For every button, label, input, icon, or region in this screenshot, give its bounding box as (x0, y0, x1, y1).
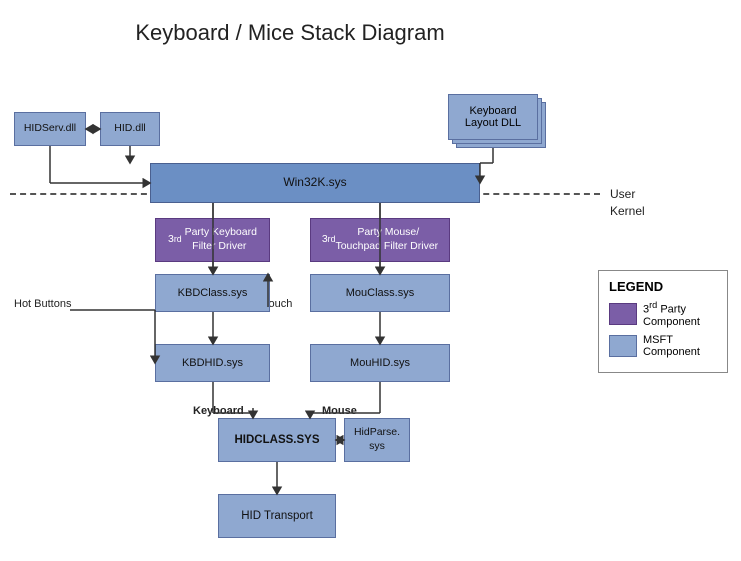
legend-title: LEGEND (609, 279, 717, 294)
legend-box: LEGEND 3rd PartyComponent MSFTComponent (598, 270, 728, 373)
mouse-filter-box: 3rd Party Mouse/Touchpad Filter Driver (310, 218, 450, 262)
user-kernel-label: UserKernel (610, 186, 645, 220)
hidserv-dll-box: HIDServ.dll (14, 112, 86, 146)
keyboard-label: Keyboard (193, 405, 244, 417)
win32k-box: Win32K.sys (150, 163, 480, 203)
diagram-container: { "title": "Keyboard / Mice Stack Diagra… (0, 0, 741, 561)
mouse-label: Mouse (322, 405, 357, 417)
legend-3rd-party: 3rd PartyComponent (609, 300, 717, 328)
hid-transport-box: HID Transport (218, 494, 336, 538)
kbdhid-box: KBDHID.sys (155, 344, 270, 382)
legend-msft: MSFTComponent (609, 334, 717, 358)
mouhid-box: MouHID.sys (310, 344, 450, 382)
hot-buttons-label: Hot Buttons (14, 298, 71, 310)
hid-dll-box: HID.dll (100, 112, 160, 146)
legend-msft-label: MSFTComponent (643, 334, 700, 358)
legend-3rd-label: 3rd PartyComponent (643, 300, 700, 328)
kbd-filter-box: 3rd Party KeyboardFilter Driver (155, 218, 270, 262)
legend-3rd-swatch (609, 303, 637, 325)
hidparse-box: HidParse.sys (344, 418, 410, 462)
kbdclass-box: KBDClass.sys (155, 274, 270, 312)
page-title: Keyboard / Mice Stack Diagram (0, 8, 580, 46)
legend-msft-swatch (609, 335, 637, 357)
mouclass-box: MouClass.sys (310, 274, 450, 312)
hidclass-box: HIDCLASS.SYS (218, 418, 336, 462)
